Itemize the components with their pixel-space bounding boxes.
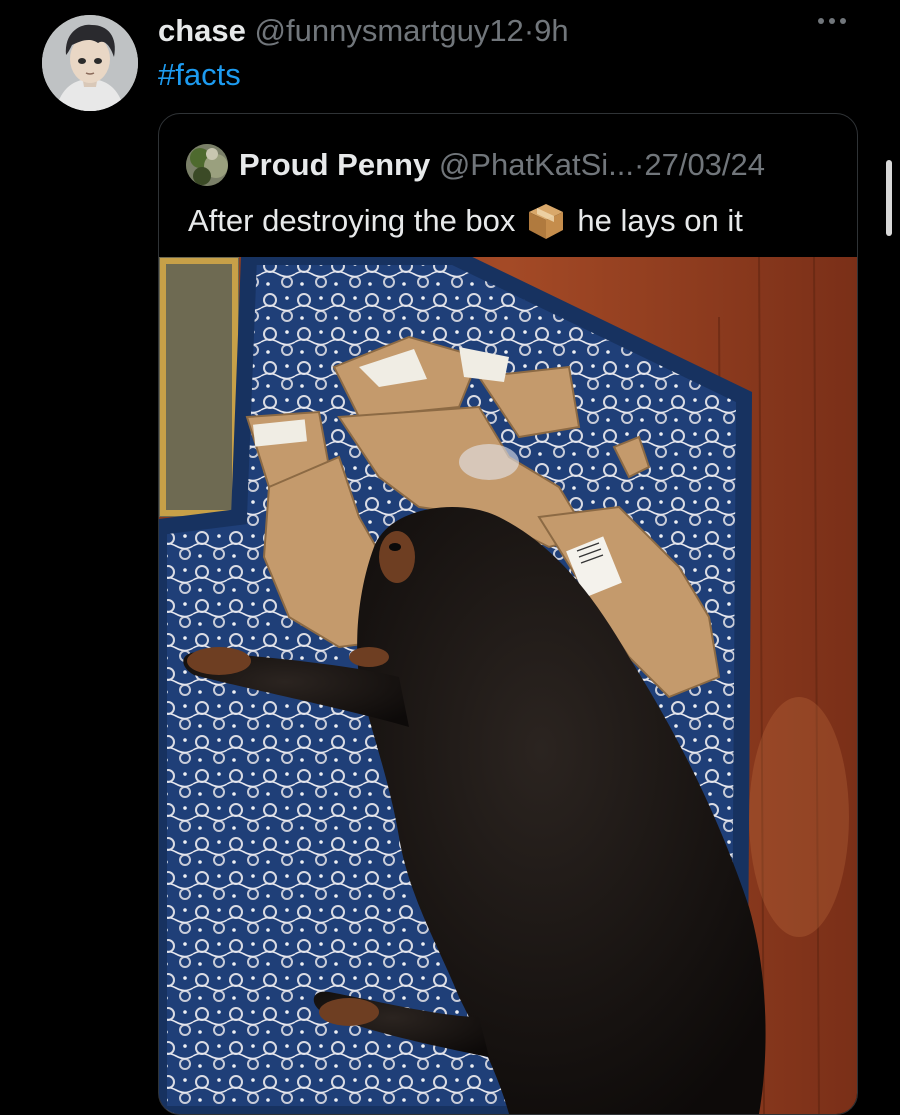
quoted-date[interactable]: 27/03/24 (644, 147, 765, 182)
plant-avatar-icon (186, 144, 228, 186)
quoted-text-after: he lays on it (577, 203, 743, 238)
anime-boy-avatar-icon (42, 15, 138, 111)
quoted-avatar[interactable] (186, 144, 228, 186)
avatar[interactable] (42, 15, 138, 111)
quoted-tweet[interactable]: Proud Penny @PhatKatSi...·27/03/24 After… (158, 113, 858, 1115)
more-options-icon[interactable] (818, 18, 846, 24)
package-box-icon (525, 200, 567, 242)
quoted-handle[interactable]: @PhatKatSi... (439, 147, 634, 182)
quoted-text-before: After destroying the box (188, 203, 516, 238)
separator: · (634, 147, 645, 182)
tweet-photo[interactable] (159, 257, 857, 1114)
more-dot (818, 18, 824, 24)
timestamp[interactable]: 9h (534, 13, 568, 48)
quoted-header: Proud Penny @PhatKatSi...·27/03/24 (239, 146, 765, 184)
more-dot (829, 18, 835, 24)
separator: · (523, 13, 535, 48)
hashtag-link[interactable]: #facts (158, 56, 241, 94)
quoted-text: After destroying the box he lays on it (188, 200, 743, 242)
quoted-display-name[interactable]: Proud Penny (239, 147, 430, 182)
scrollbar[interactable] (886, 160, 892, 236)
display-name[interactable]: chase (158, 13, 246, 48)
more-dot (840, 18, 846, 24)
tweet-header: chase @funnysmartguy12·9h (158, 12, 569, 50)
user-handle[interactable]: @funnysmartguy12 (255, 13, 524, 48)
